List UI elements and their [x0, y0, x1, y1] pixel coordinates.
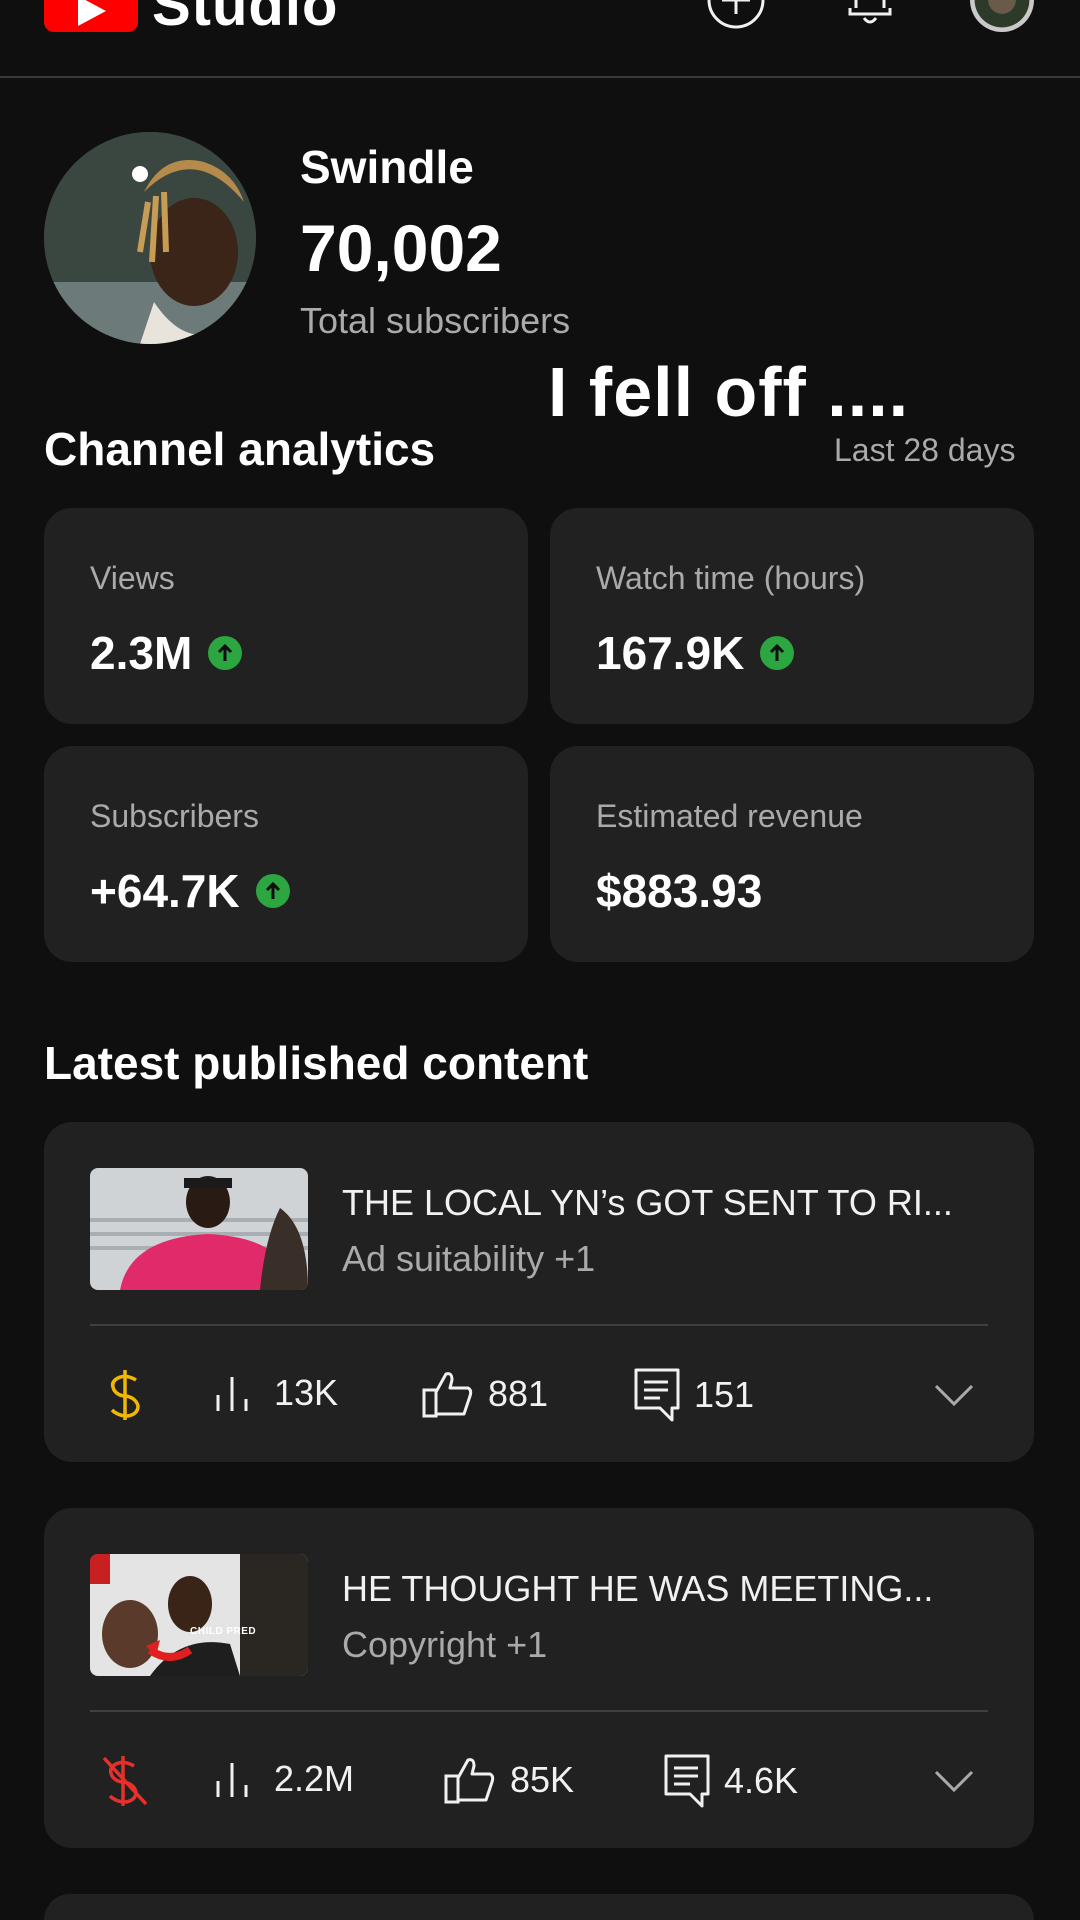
trend-up-icon	[760, 636, 795, 670]
metric-value-row: $883.93	[596, 864, 762, 918]
likes-stat[interactable]: 881	[422, 1370, 548, 1418]
comments-icon	[664, 1754, 710, 1808]
metric-value-row: +64.7K	[90, 864, 290, 918]
trend-up-icon	[255, 874, 290, 908]
thumbs-up-icon	[444, 1758, 495, 1804]
notifications-icon[interactable]	[842, 0, 898, 30]
metric-label: Subscribers	[90, 798, 259, 834]
account-avatar[interactable]	[970, 0, 1034, 32]
likes-count: 881	[488, 1373, 549, 1414]
metric-value-row: 2.3M	[90, 626, 243, 680]
views-stat[interactable]: 2.2M	[212, 1758, 354, 1800]
total-subscribers-label: Total subscribers	[300, 300, 571, 341]
comments-count: 4.6K	[724, 1760, 799, 1801]
likes-stat[interactable]: 85K	[444, 1756, 574, 1804]
video-card[interactable]: THE LOCAL YN’s GOT SENT TO RI... Ad suit…	[44, 1122, 1034, 1462]
thumbs-up-icon	[422, 1372, 473, 1418]
chevron-down-icon[interactable]	[934, 1770, 974, 1794]
subscribers-metric-card[interactable]: Subscribers +64.7K	[44, 746, 528, 962]
thumbnail-caption: CHILD PRED	[190, 1626, 257, 1637]
studio-logo-text: Studio	[152, 0, 339, 38]
metric-label: Estimated revenue	[596, 798, 863, 834]
trend-up-icon	[208, 636, 243, 670]
comments-count: 151	[694, 1374, 755, 1415]
metric-value: $883.93	[596, 865, 763, 917]
top-app-bar: Studio	[0, 0, 1080, 78]
monetization-off-icon[interactable]	[100, 1752, 150, 1808]
divider	[90, 1324, 988, 1326]
metric-value-row: 167.9K	[596, 626, 795, 680]
youtube-logo-icon[interactable]	[44, 0, 138, 32]
create-icon[interactable]	[706, 0, 766, 30]
analytics-bars-icon	[216, 1377, 248, 1411]
chevron-down-icon[interactable]	[934, 1384, 974, 1408]
video-restriction-label[interactable]: Copyright +1	[342, 1624, 547, 1666]
views-count: 2.2M	[274, 1758, 355, 1799]
likes-count: 85K	[510, 1759, 575, 1800]
total-subscriber-count: 70,002	[300, 211, 502, 285]
channel-name: Swindle	[300, 141, 474, 193]
revenue-metric-card[interactable]: Estimated revenue $883.93	[550, 746, 1034, 962]
comments-stat[interactable]: 151	[634, 1368, 754, 1422]
channel-analytics-title: Channel analytics	[44, 423, 436, 475]
latest-content-title: Latest published content	[44, 1037, 589, 1089]
divider	[90, 1710, 988, 1712]
monetization-on-icon[interactable]	[108, 1368, 144, 1422]
video-title[interactable]: HE THOUGHT HE WAS MEETING...	[342, 1568, 933, 1610]
video-card-partial[interactable]	[44, 1894, 1034, 1920]
analytics-bars-icon	[216, 1763, 248, 1797]
metric-label: Watch time (hours)	[596, 560, 866, 596]
metric-value: 167.9K	[596, 627, 745, 679]
views-count: 13K	[274, 1372, 339, 1413]
period-label[interactable]: Last 28 days	[834, 432, 1015, 469]
video-title[interactable]: THE LOCAL YN’s GOT SENT TO RI...	[342, 1182, 953, 1224]
metric-value: +64.7K	[90, 865, 240, 917]
video-thumbnail[interactable]	[90, 1168, 308, 1290]
comments-icon	[634, 1368, 680, 1422]
overlay-caption: I fell off ....	[548, 353, 910, 431]
metric-value: 2.3M	[90, 627, 193, 679]
watch-time-metric-card[interactable]: Watch time (hours) 167.9K	[550, 508, 1034, 724]
video-restriction-label[interactable]: Ad suitability +1	[342, 1238, 595, 1280]
comments-stat[interactable]: 4.6K	[664, 1754, 798, 1808]
views-stat[interactable]: 13K	[212, 1372, 338, 1414]
views-metric-card[interactable]: Views 2.3M	[44, 508, 528, 724]
channel-avatar[interactable]	[44, 132, 256, 344]
metric-label: Views	[90, 560, 175, 596]
video-card[interactable]: CHILD PRED HE THOUGHT HE WAS MEETING... …	[44, 1508, 1034, 1848]
video-thumbnail[interactable]: CHILD PRED	[90, 1554, 308, 1676]
